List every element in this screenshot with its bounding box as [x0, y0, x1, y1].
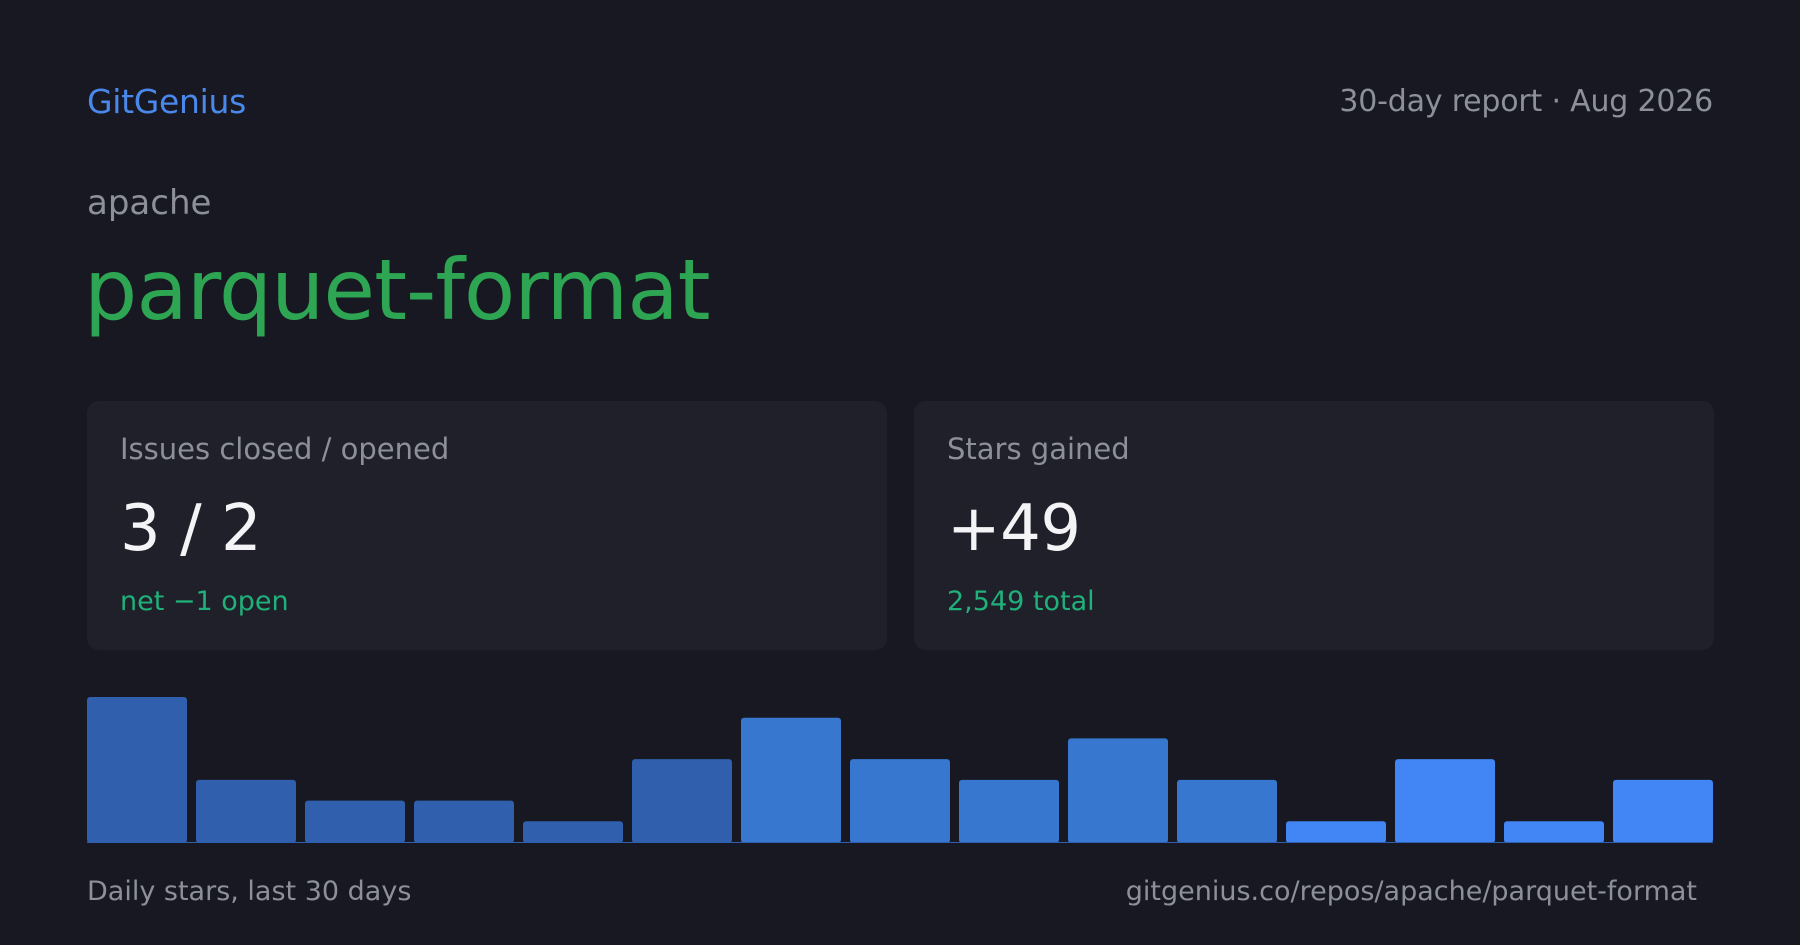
chart-bar [87, 697, 187, 843]
chart-bar [850, 759, 950, 843]
issues-card: Issues closed / opened 3 / 2 net −1 open [87, 401, 887, 650]
repo-name: parquet-format [84, 241, 711, 339]
chart-bar [959, 779, 1059, 843]
chart-baseline [87, 842, 1713, 843]
chart-bar [196, 779, 296, 843]
issues-card-value: 3 / 2 [120, 492, 262, 566]
daily-stars-chart [87, 690, 1713, 843]
chart-bar [305, 800, 405, 843]
chart-bar [741, 717, 841, 843]
report-period: 30-day report · Aug 2026 [1339, 84, 1713, 119]
chart-caption: Daily stars, last 30 days [87, 876, 412, 907]
brand-logo[interactable]: GitGenius [87, 80, 246, 124]
chart-bar [523, 821, 623, 843]
repo-owner: apache [87, 183, 212, 223]
chart-bar [1613, 779, 1713, 843]
chart-bar [1504, 821, 1604, 843]
issues-card-label: Issues closed / opened [120, 432, 450, 466]
chart-bar [1177, 779, 1277, 843]
issues-card-subtext: net −1 open [120, 586, 289, 617]
chart-bar [1395, 759, 1495, 843]
daily-stars-chart-svg [87, 697, 1713, 843]
stars-card-subtext: 2,549 total [947, 586, 1095, 617]
chart-bar [1068, 738, 1168, 843]
stars-card-label: Stars gained [947, 432, 1130, 466]
repo-url-link[interactable]: gitgenius.co/repos/apache/parquet-format [1126, 872, 1697, 912]
chart-bar [414, 800, 514, 843]
stars-card-value: +49 [947, 492, 1081, 566]
stars-card: Stars gained +49 2,549 total [914, 401, 1714, 650]
chart-bar [632, 759, 732, 843]
chart-bar [1286, 821, 1386, 843]
